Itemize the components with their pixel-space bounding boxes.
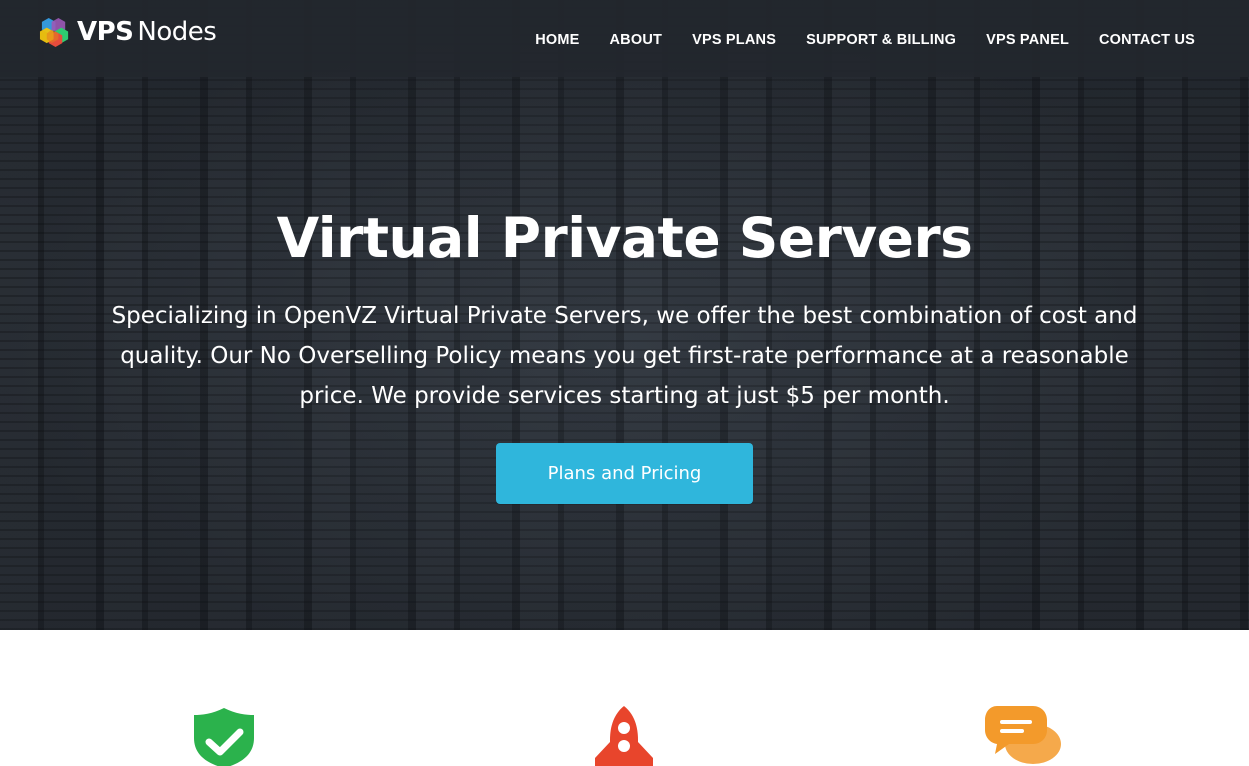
hero-description: Specializing in OpenVZ Virtual Private S…: [111, 303, 1138, 409]
nav-vps-plans[interactable]: VPS PLANS: [692, 32, 776, 48]
brand-name: VPS Nodes: [77, 17, 217, 47]
brand-name-bold: VPS: [77, 17, 134, 47]
nav-support-billing[interactable]: SUPPORT & BILLING: [806, 32, 956, 48]
brand-logo[interactable]: VPS Nodes: [39, 14, 217, 50]
features-section: [0, 630, 1249, 766]
plans-and-pricing-button[interactable]: Plans and Pricing: [496, 443, 753, 504]
navbar: VPS Nodes HOME ABOUT VPS PLANS SUPPORT & …: [0, 0, 1249, 77]
cube-logo-icon: [39, 17, 69, 47]
brand-name-light: Nodes: [137, 17, 217, 47]
nav-contact-us[interactable]: CONTACT US: [1099, 32, 1195, 48]
rocket-icon: [595, 706, 653, 766]
nav-vps-panel[interactable]: VPS PANEL: [986, 32, 1069, 48]
nav-about[interactable]: ABOUT: [610, 32, 663, 48]
main-nav: HOME ABOUT VPS PLANS SUPPORT & BILLING V…: [505, 32, 1195, 48]
chat-bubbles-icon: [985, 706, 1061, 764]
nav-home[interactable]: HOME: [535, 32, 579, 48]
shield-check-icon: [194, 708, 254, 766]
hero-section: Virtual Private Servers Specializing in …: [0, 0, 1249, 630]
hero-title: Virtual Private Servers: [276, 206, 973, 270]
